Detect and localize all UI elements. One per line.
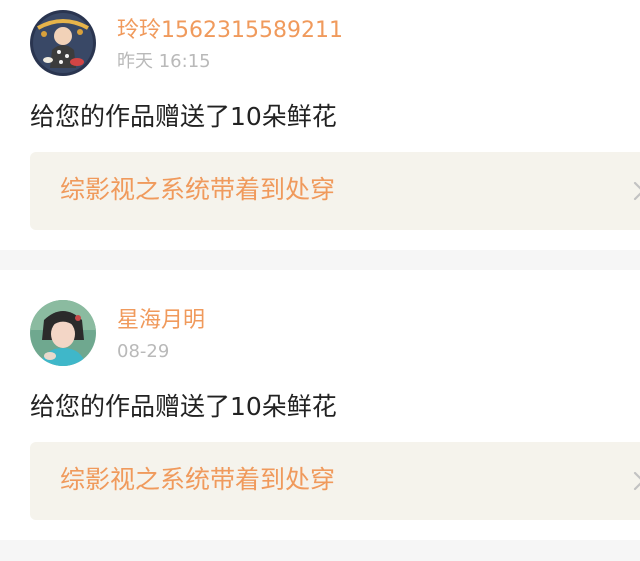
chevron-right-icon: [633, 181, 640, 201]
divider: [0, 250, 640, 270]
notification-card: 星海月明 08-29 给您的作品赠送了10朵鲜花 综影视之系统带着到处穿: [0, 270, 640, 540]
character-photo-avatar-icon: [30, 300, 96, 366]
timestamp: 昨天 16:15: [117, 51, 211, 72]
notification-card: 玲玲1562315589211 昨天 16:15 给您的作品赠送了10朵鲜花 综…: [0, 0, 640, 250]
username[interactable]: 玲玲1562315589211: [117, 20, 343, 42]
divider: [0, 540, 640, 561]
work-title: 综影视之系统带着到处穿: [60, 465, 336, 494]
gift-message: 给您的作品赠送了10朵鲜花: [30, 102, 337, 131]
user-avatar[interactable]: [30, 10, 96, 76]
work-link[interactable]: 综影视之系统带着到处穿: [30, 152, 640, 230]
work-link[interactable]: 综影视之系统带着到处穿: [30, 442, 640, 520]
gift-message: 给您的作品赠送了10朵鲜花: [30, 392, 337, 421]
chevron-right-icon: [633, 471, 640, 491]
baby-photo-avatar-icon: [30, 10, 96, 76]
timestamp: 08-29: [117, 341, 170, 362]
username[interactable]: 星海月明: [117, 310, 205, 332]
gift-notification-list: 玲玲1562315589211 昨天 16:15 给您的作品赠送了10朵鲜花 综…: [0, 0, 640, 561]
work-title: 综影视之系统带着到处穿: [60, 175, 336, 204]
user-avatar[interactable]: [30, 300, 96, 366]
